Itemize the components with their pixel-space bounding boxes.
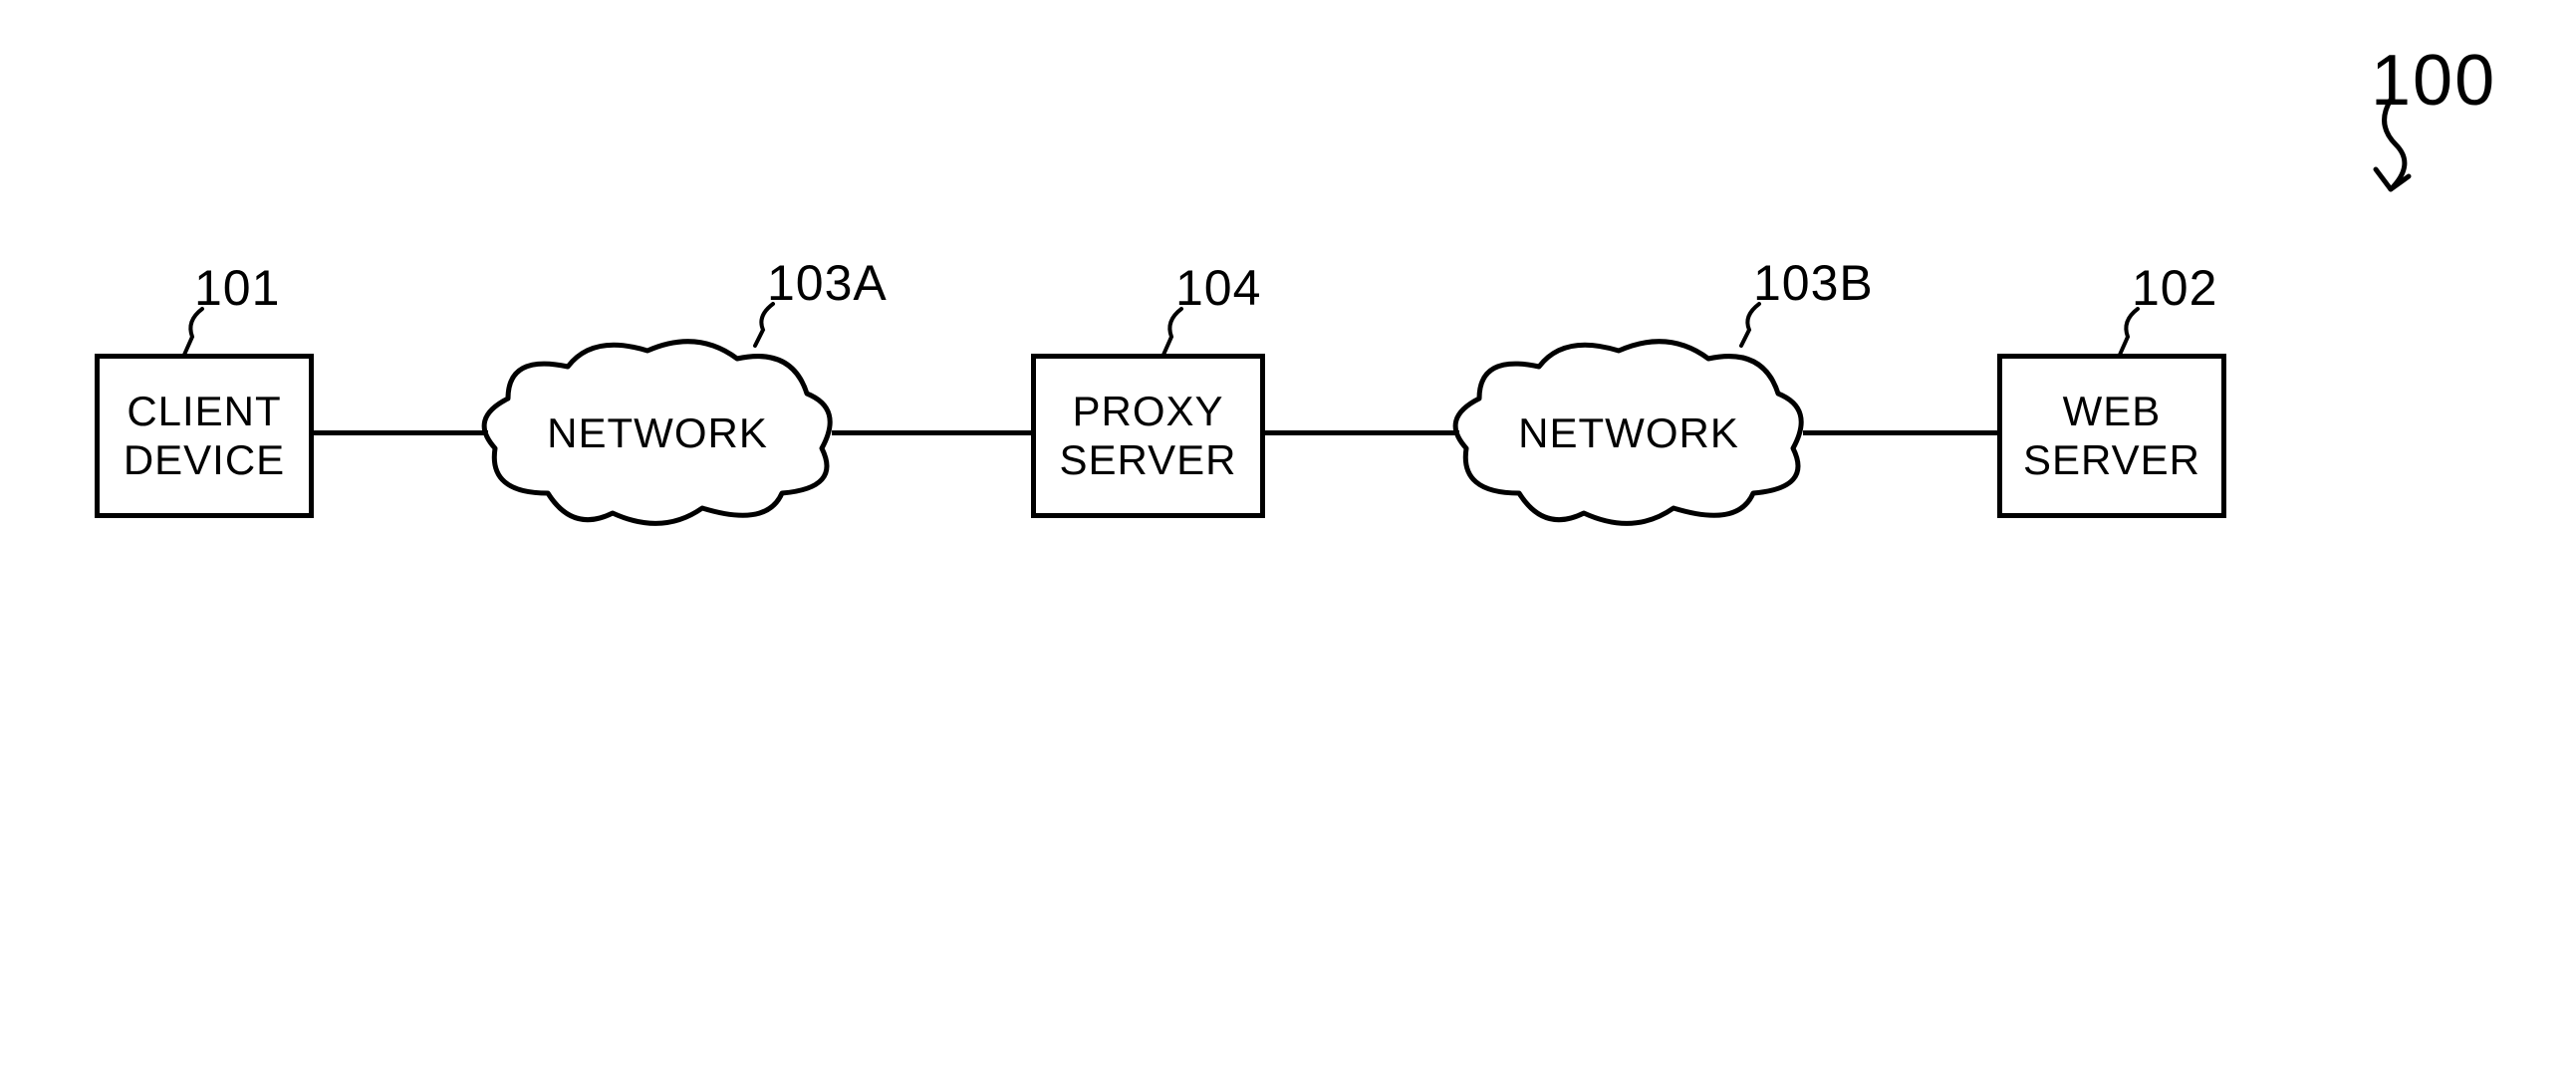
node-network-a: NETWORK: [473, 329, 842, 538]
ref-network-b: 103B: [1753, 254, 1874, 312]
node-network-b-label: NETWORK: [1518, 409, 1739, 457]
figure-reference-arrow: [2351, 95, 2450, 214]
connector-client-networkA: [309, 430, 488, 435]
node-network-a-label: NETWORK: [547, 409, 768, 457]
node-client-device-label: CLIENT DEVICE: [124, 388, 285, 484]
node-web-server: WEB SERVER: [1997, 354, 2226, 518]
node-proxy-server: PROXY SERVER: [1031, 354, 1265, 518]
connector-networkA-proxy: [832, 430, 1031, 435]
connector-proxy-networkB: [1260, 430, 1459, 435]
ref-network-a-lead: [745, 304, 785, 349]
node-network-b: NETWORK: [1444, 329, 1813, 538]
diagram-canvas: 100 CLIENT DEVICE NETWORK PROXY SERVER N…: [0, 0, 2576, 1077]
connector-networkB-web: [1803, 430, 1997, 435]
node-proxy-server-label: PROXY SERVER: [1060, 388, 1237, 484]
ref-network-b-lead: [1731, 304, 1771, 349]
node-client-device: CLIENT DEVICE: [95, 354, 314, 518]
ref-web-lead: [2110, 309, 2150, 359]
ref-network-a: 103A: [767, 254, 888, 312]
ref-proxy-lead: [1154, 309, 1193, 359]
node-web-server-label: WEB SERVER: [2023, 388, 2200, 484]
ref-client-lead: [174, 309, 214, 359]
